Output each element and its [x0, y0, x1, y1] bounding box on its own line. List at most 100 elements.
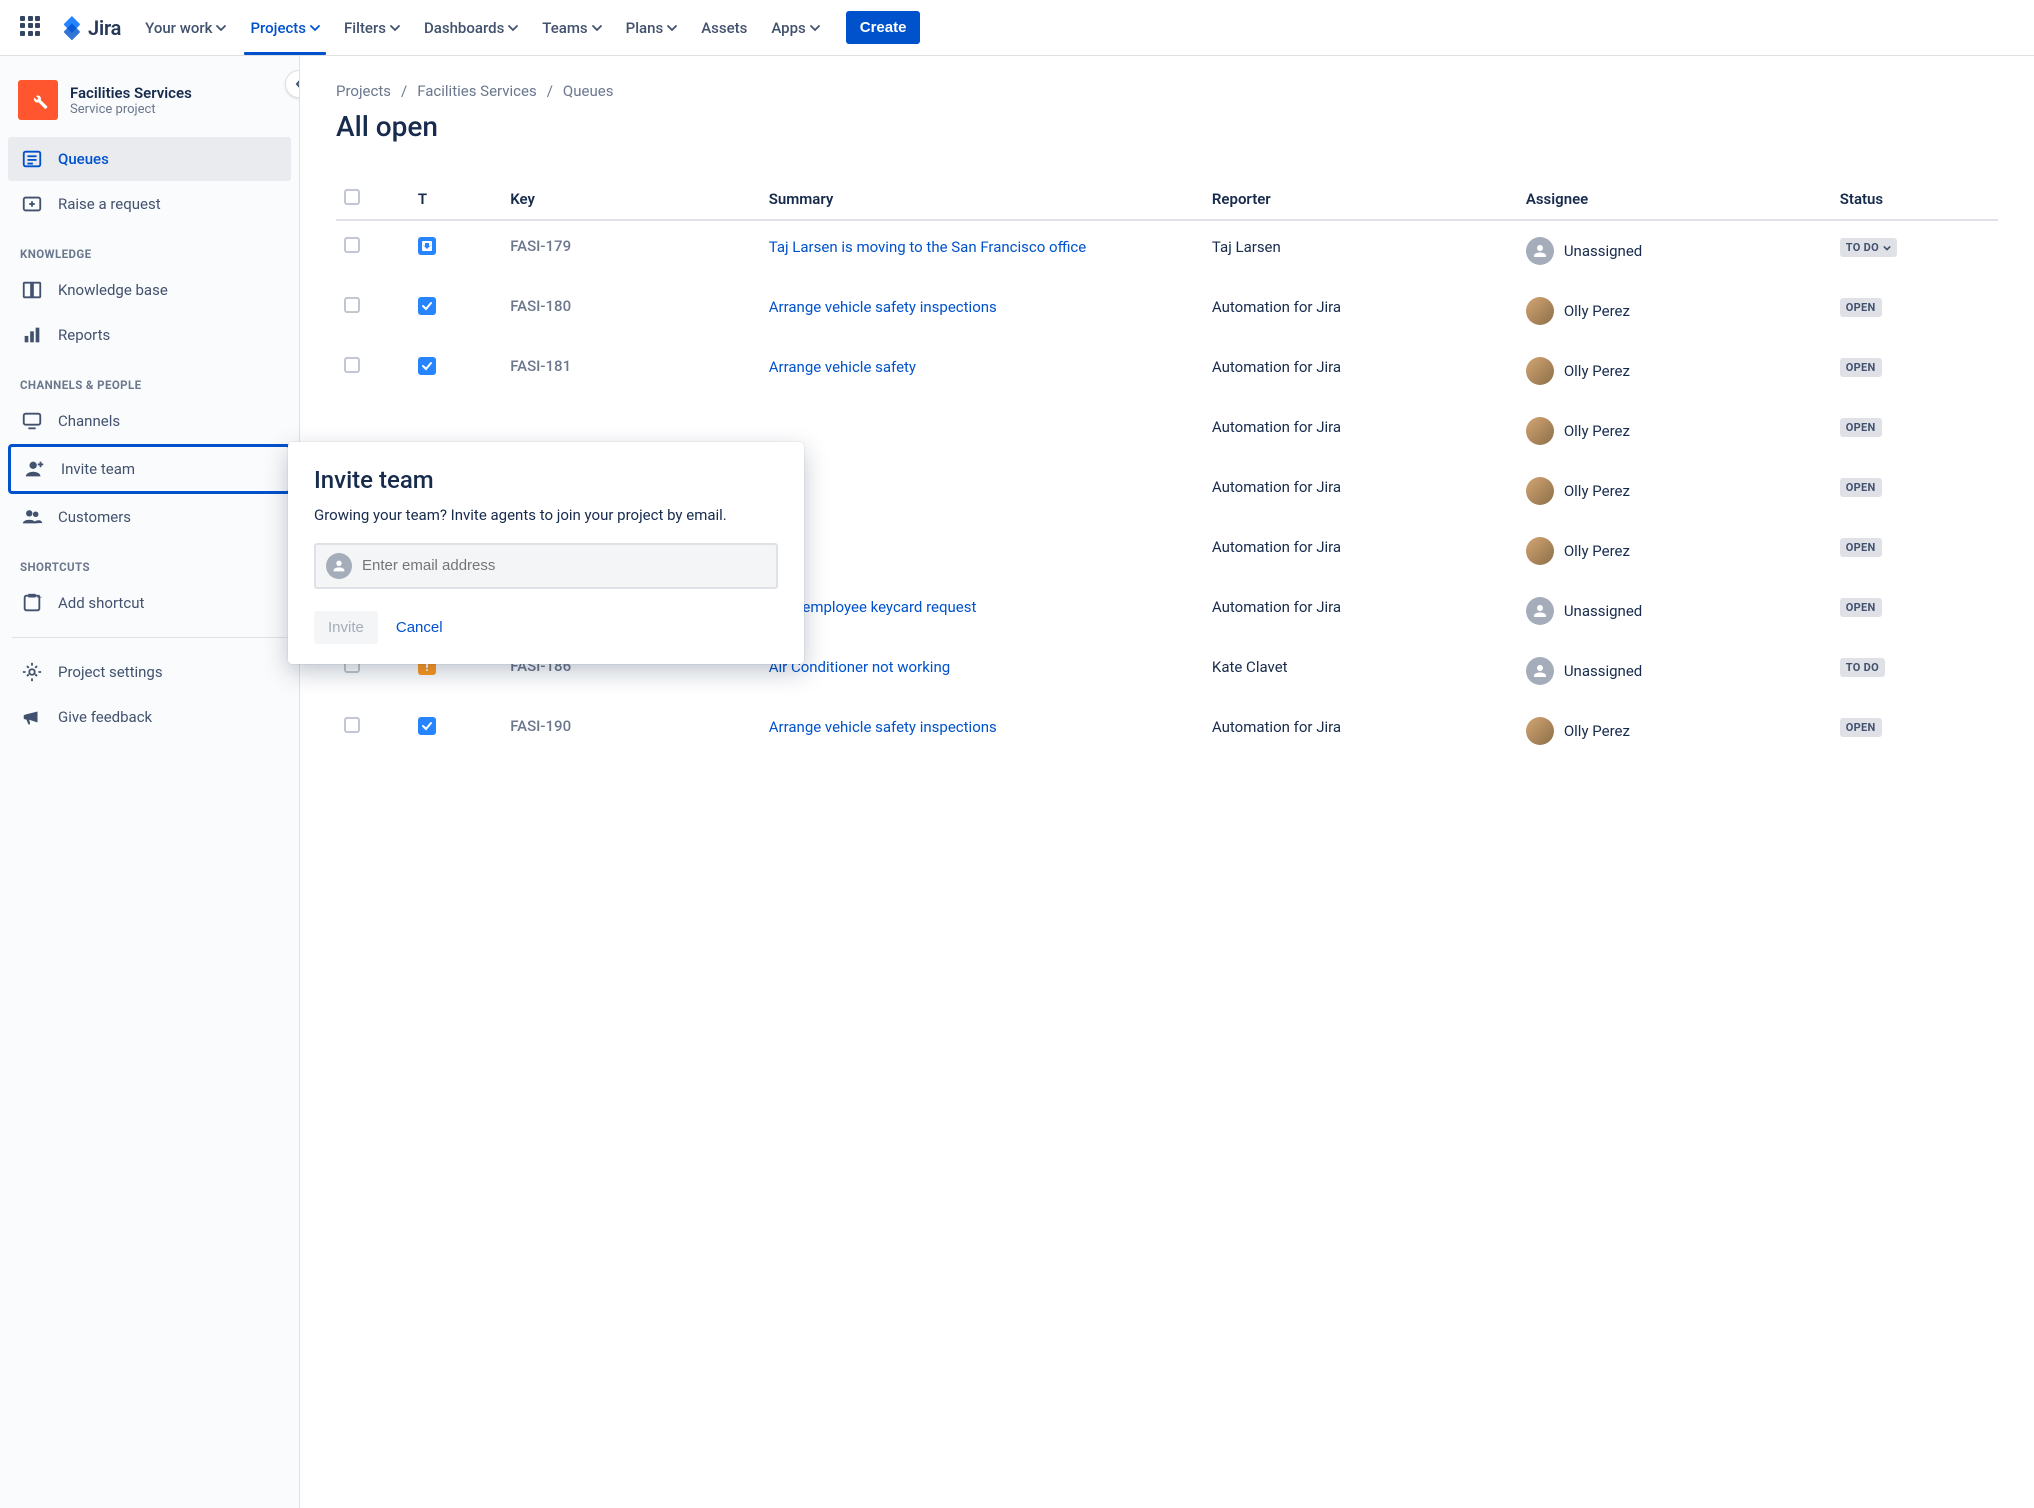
- sidebar-item-label: Invite team: [61, 460, 135, 478]
- sidebar-item-invite-team[interactable]: Invite team: [8, 444, 291, 494]
- issue-summary-link[interactable]: Arrange vehicle safety inspections: [769, 718, 997, 736]
- sidebar-item-label: Give feedback: [58, 708, 152, 726]
- table-row[interactable]: FASI-181Arrange vehicle safetyAutomation…: [336, 341, 1998, 401]
- sidebar-item-label: Reports: [58, 326, 110, 344]
- select-all-checkbox[interactable]: [344, 189, 360, 205]
- column-header-key[interactable]: Key: [502, 179, 761, 220]
- reporter-name: Automation for Jira: [1212, 418, 1341, 436]
- sidebar-item-label: Channels: [58, 412, 120, 430]
- nav-item-dashboards[interactable]: Dashboards: [414, 11, 528, 45]
- nav-item-teams[interactable]: Teams: [532, 11, 611, 45]
- invite-team-popover: Invite team Growing your team? Invite ag…: [288, 442, 804, 664]
- svg-text:+: +: [37, 593, 42, 603]
- avatar: [1526, 357, 1554, 385]
- row-checkbox[interactable]: [344, 237, 360, 253]
- nav-item-plans[interactable]: Plans: [616, 11, 688, 45]
- breadcrumb-item[interactable]: Facilities Services: [417, 82, 537, 100]
- sidebar-divider: [12, 637, 287, 638]
- sidebar-item-channels[interactable]: Channels: [8, 399, 291, 443]
- issue-key[interactable]: FASI-190: [510, 717, 571, 735]
- column-header-status[interactable]: Status: [1832, 179, 1998, 220]
- reporter-name: Automation for Jira: [1212, 478, 1341, 496]
- breadcrumb-separator: /: [547, 82, 553, 100]
- add-shortcut-icon: +: [20, 591, 44, 615]
- column-header-summary[interactable]: Summary: [761, 179, 1204, 220]
- reporter-name: Automation for Jira: [1212, 718, 1341, 736]
- column-header-assignee[interactable]: Assignee: [1518, 179, 1832, 220]
- person-plus-icon: [23, 457, 47, 481]
- column-header-type[interactable]: T: [410, 179, 502, 220]
- cancel-button[interactable]: Cancel: [392, 611, 447, 644]
- status-badge[interactable]: OPEN: [1840, 718, 1882, 737]
- breadcrumb-separator: /: [401, 82, 407, 100]
- sidebar-item-raise-a-request[interactable]: Raise a request: [8, 182, 291, 226]
- sidebar-item-add-shortcut[interactable]: +Add shortcut: [8, 581, 291, 625]
- table-row[interactable]: FASI-190 Arrange vehicle safety inspectio…: [336, 701, 1998, 761]
- chevron-left-icon: [293, 78, 300, 90]
- column-header-reporter[interactable]: Reporter: [1204, 179, 1518, 220]
- status-badge[interactable]: OPEN: [1840, 418, 1882, 437]
- project-title: Facilities Services: [70, 84, 192, 102]
- person-icon: [326, 553, 352, 579]
- megaphone-icon: [20, 705, 44, 729]
- sidebar-item-reports[interactable]: Reports: [8, 313, 291, 357]
- row-checkbox[interactable]: [344, 717, 360, 733]
- issue-summary-link[interactable]: Arrange vehicle safety inspections: [769, 298, 997, 316]
- email-input[interactable]: [362, 557, 766, 574]
- status-badge[interactable]: OPEN: [1840, 598, 1882, 617]
- jira-mark-icon: [60, 16, 84, 40]
- sidebar-item-label: Raise a request: [58, 195, 161, 213]
- row-checkbox[interactable]: [344, 297, 360, 313]
- nav-item-assets[interactable]: Assets: [691, 11, 757, 45]
- row-checkbox[interactable]: [344, 357, 360, 373]
- queues-icon: [20, 147, 44, 171]
- nav-item-apps[interactable]: Apps: [761, 11, 829, 45]
- avatar: [1526, 537, 1554, 565]
- page-title: All open: [336, 110, 1998, 143]
- sidebar-item-project-settings[interactable]: Project settings: [8, 650, 291, 694]
- sidebar-item-give-feedback[interactable]: Give feedback: [8, 695, 291, 739]
- chevron-down-icon: [1883, 244, 1891, 252]
- nav-item-filters[interactable]: Filters: [334, 11, 410, 45]
- popover-title: Invite team: [314, 466, 778, 494]
- issue-key[interactable]: FASI-181: [510, 357, 571, 375]
- project-header[interactable]: Facilities Services Service project: [8, 76, 291, 136]
- table-row[interactable]: FASI-179 Taj Larsen is moving to the San …: [336, 220, 1998, 281]
- assignee-name: Unassigned: [1564, 242, 1642, 260]
- reporter-name: Automation for Jira: [1212, 538, 1341, 556]
- people-icon: [20, 505, 44, 529]
- status-badge[interactable]: TO DO: [1840, 658, 1885, 677]
- assignee-name: Olly Perez: [1564, 542, 1630, 560]
- email-input-wrapper[interactable]: [314, 543, 778, 589]
- status-badge[interactable]: OPEN: [1840, 298, 1882, 317]
- raise-request-icon: [20, 192, 44, 216]
- nav-item-projects[interactable]: Projects: [240, 11, 330, 45]
- breadcrumb-item[interactable]: Queues: [563, 82, 614, 100]
- reporter-name: Automation for Jira: [1212, 598, 1341, 616]
- invite-button[interactable]: Invite: [314, 611, 378, 644]
- sidebar-item-queues[interactable]: Queues: [8, 137, 291, 181]
- status-badge[interactable]: TO DO: [1840, 238, 1897, 257]
- create-button[interactable]: Create: [846, 11, 921, 44]
- status-badge[interactable]: OPEN: [1840, 538, 1882, 557]
- issue-summary-link[interactable]: Taj Larsen is moving to the San Francisc…: [769, 238, 1086, 256]
- status-badge[interactable]: OPEN: [1840, 478, 1882, 497]
- sidebar-section-header: SHORTCUTS: [8, 540, 291, 580]
- reporter-name: Automation for Jira: [1212, 298, 1341, 316]
- status-badge[interactable]: OPEN: [1840, 358, 1882, 377]
- sidebar-item-knowledge-base[interactable]: Knowledge base: [8, 268, 291, 312]
- nav-item-your-work[interactable]: Your work: [135, 11, 236, 45]
- breadcrumb-item[interactable]: Projects: [336, 82, 391, 100]
- sidebar-item-customers[interactable]: Customers: [8, 495, 291, 539]
- issue-summary-link[interactable]: Arrange vehicle safety: [769, 358, 916, 376]
- sidebar-section-header: CHANNELS & PEOPLE: [8, 358, 291, 398]
- issue-key[interactable]: FASI-180: [510, 297, 571, 315]
- table-row[interactable]: FASI-180 Arrange vehicle safety inspectio…: [336, 281, 1998, 341]
- sidebar-item-label: Customers: [58, 508, 131, 526]
- issue-key[interactable]: FASI-179: [510, 237, 571, 255]
- app-switcher-icon[interactable]: [20, 16, 44, 40]
- wrench-icon: [27, 89, 49, 111]
- gear-icon: [20, 660, 44, 684]
- sidebar: Facilities Services Service project Queu…: [0, 56, 300, 1508]
- jira-logo[interactable]: Jira: [60, 16, 121, 40]
